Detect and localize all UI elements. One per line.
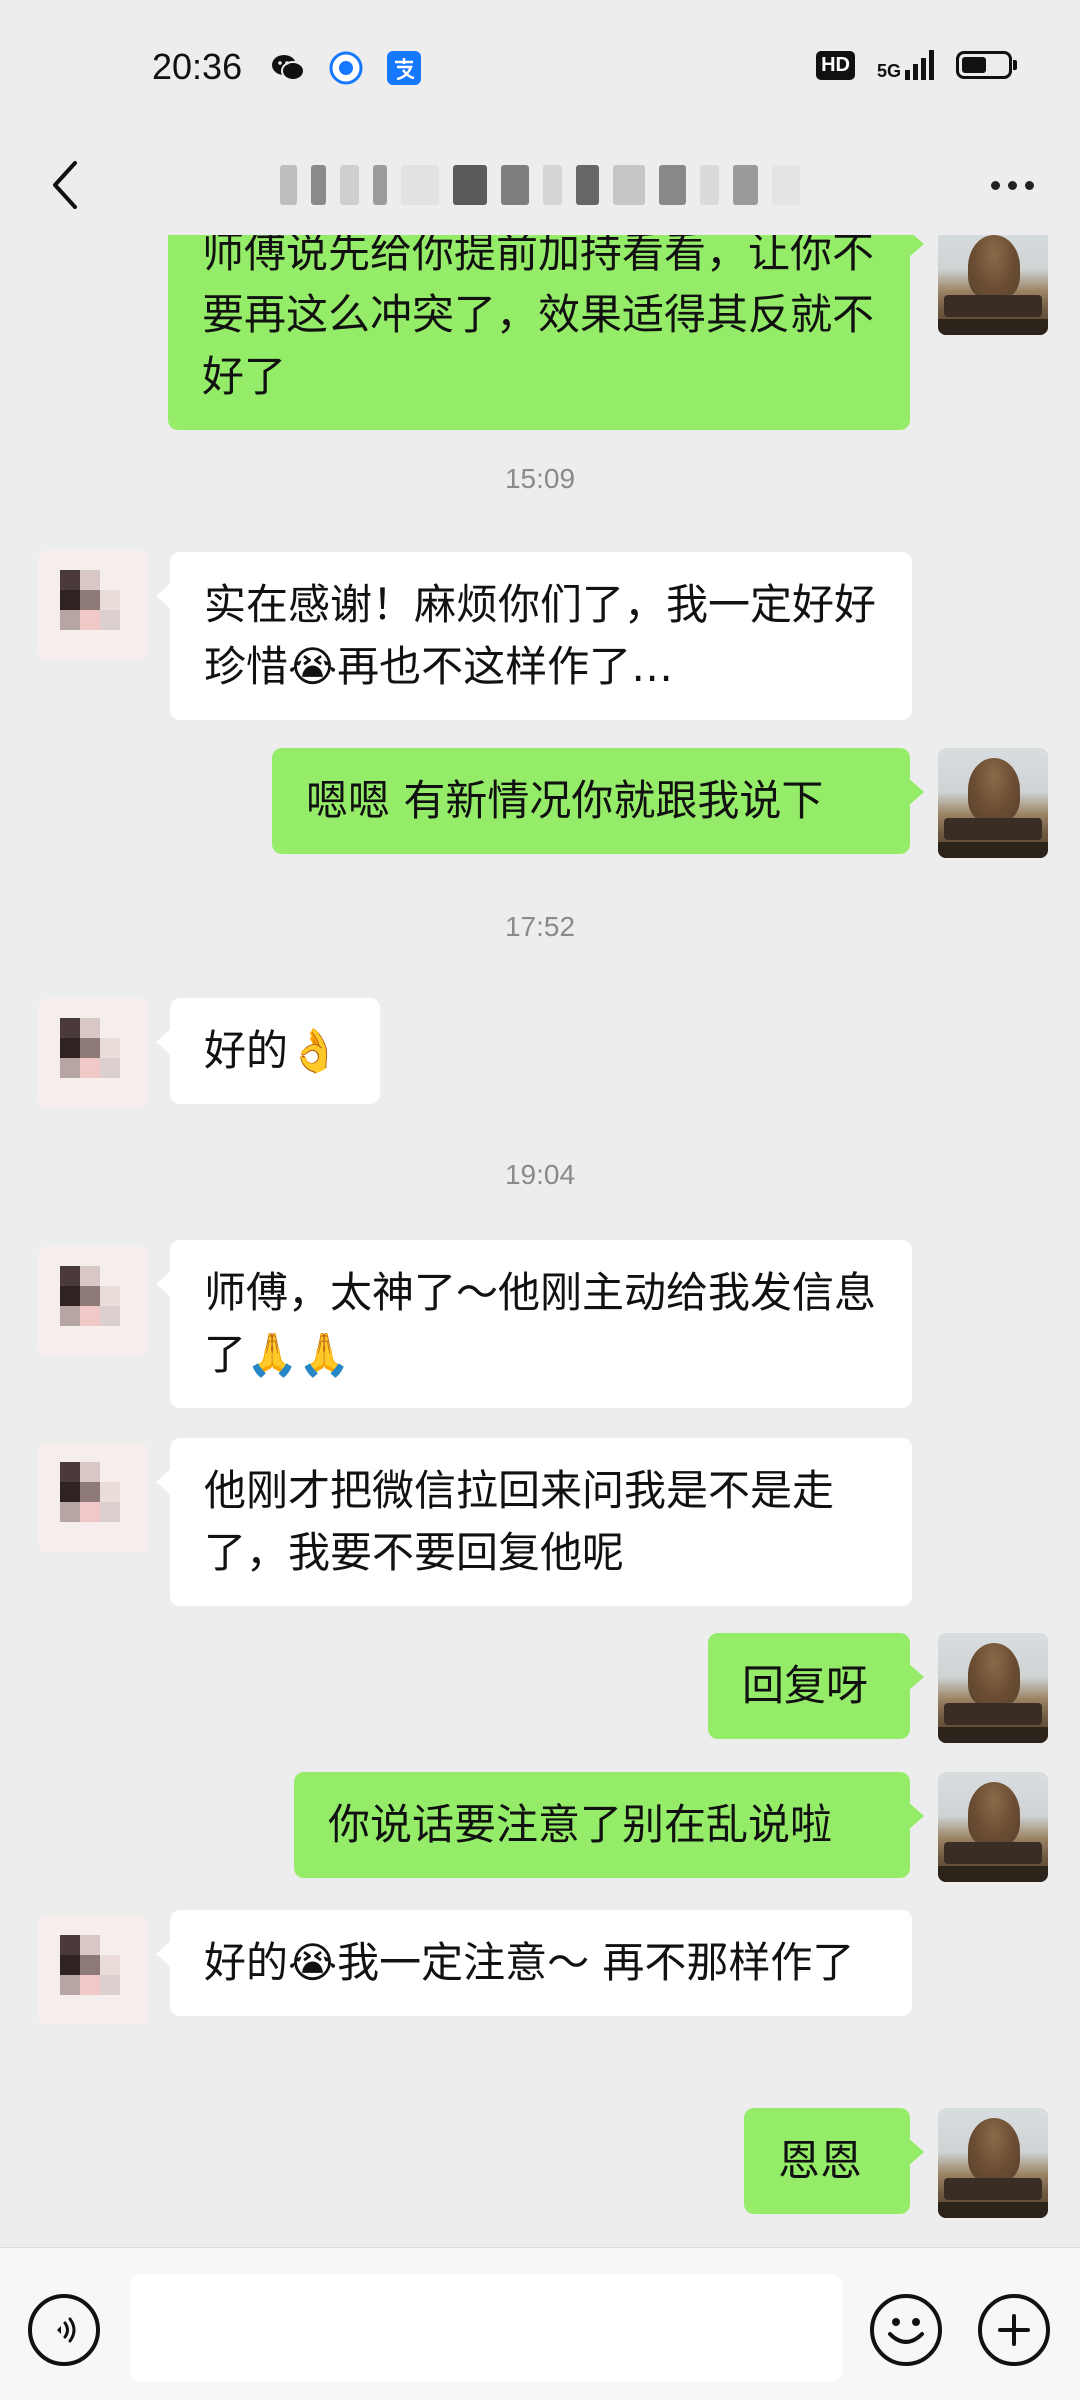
status-bar: 20:36 HD 5G [0,0,1080,135]
signal-5g: 5G [877,50,934,80]
message-input[interactable] [130,2274,842,2382]
my-avatar[interactable] [938,748,1048,858]
my-avatar[interactable] [938,235,1048,335]
chat-message-list[interactable]: 师傅说先给你提前加持看看，让你不要再这么冲突了，效果适得其反就不好了 15:09… [0,235,1080,2247]
message-text: 好的😭我一定注意～ 再不那样作了 [204,1938,855,1987]
back-button[interactable] [30,147,100,223]
signal-icon [905,50,934,80]
message-text: 师傅，太神了～他刚主动给我发信息了🙏🙏 [204,1268,877,1379]
message-bubble-outgoing[interactable]: 恩恩 [744,2108,924,2214]
chat-header [0,135,1080,235]
message-text: 回复呀 [742,1661,869,1710]
emoji-icon [888,2318,924,2344]
message-text: 好的👌 [204,1026,341,1075]
contact-avatar[interactable] [38,998,148,1108]
input-bar [0,2247,1080,2400]
my-avatar[interactable] [938,2108,1048,2218]
more-dots-icon [990,180,1000,190]
chevron-left-icon [53,161,77,209]
voice-icon [57,2317,76,2343]
message-text: 他刚才把微信拉回来问我是不是走了，我要不要回复他呢 [204,1466,835,1577]
alipay-icon [386,50,422,86]
my-avatar[interactable] [938,1772,1048,1882]
timestamp: 17:52 [504,911,576,942]
contact-avatar[interactable] [38,550,148,660]
message-bubble-incoming[interactable]: 实在感谢！麻烦你们了，我一定好好珍惜😭再也不这样作了… [156,552,912,720]
message-bubble-incoming[interactable]: 师傅，太神了～他刚主动给我发信息了🙏🙏 [156,1240,912,1408]
hd-badge: HD [816,50,855,80]
contact-avatar[interactable] [38,1915,148,2025]
timestamp: 15:09 [504,463,576,494]
message-text: 实在感谢！麻烦你们了，我一定好好珍惜😭再也不这样作了… [204,580,877,691]
more-button[interactable] [972,153,1052,217]
contact-avatar[interactable] [38,1442,148,1552]
wechat-icon [270,50,306,86]
more-functions-button[interactable] [978,2294,1050,2366]
message-bubble-outgoing[interactable]: 你说话要注意了别在乱说啦 [294,1772,924,1878]
network-label: 5G [876,61,901,81]
status-time: 20:36 [152,46,243,87]
battery-icon [956,51,1017,79]
target-icon [328,50,364,86]
message-bubble-incoming[interactable]: 好的👌 [156,998,380,1104]
message-text: 嗯嗯 有新情况你就跟我说下 [306,776,824,825]
timestamp: 19:04 [504,1159,576,1190]
status-right-icons: HD 5G [816,50,1017,80]
status-left-icons [270,50,422,86]
message-bubble-incoming[interactable]: 好的😭我一定注意～ 再不那样作了 [156,1910,912,2016]
voice-button[interactable] [28,2294,100,2366]
emoji-button[interactable] [870,2294,942,2366]
message-bubble-outgoing[interactable]: 嗯嗯 有新情况你就跟我说下 [272,748,924,854]
message-bubble-incoming[interactable]: 他刚才把微信拉回来问我是不是走了，我要不要回复他呢 [156,1438,912,1606]
message-text: 师傅说先给你提前加持看看，让你不要再这么冲突了，效果适得其反就不好了 [202,235,875,401]
plus-icon [998,2314,1030,2346]
message-text: 恩恩 [778,2136,863,2185]
message-bubble-outgoing[interactable]: 回复呀 [708,1633,924,1739]
message-bubble-outgoing[interactable]: 师傅说先给你提前加持看看，让你不要再这么冲突了，效果适得其反就不好了 [168,235,924,430]
my-avatar[interactable] [938,1633,1048,1743]
chat-title-blurred [280,157,800,213]
contact-avatar[interactable] [38,1246,148,1356]
message-text: 你说话要注意了别在乱说啦 [328,1800,833,1849]
